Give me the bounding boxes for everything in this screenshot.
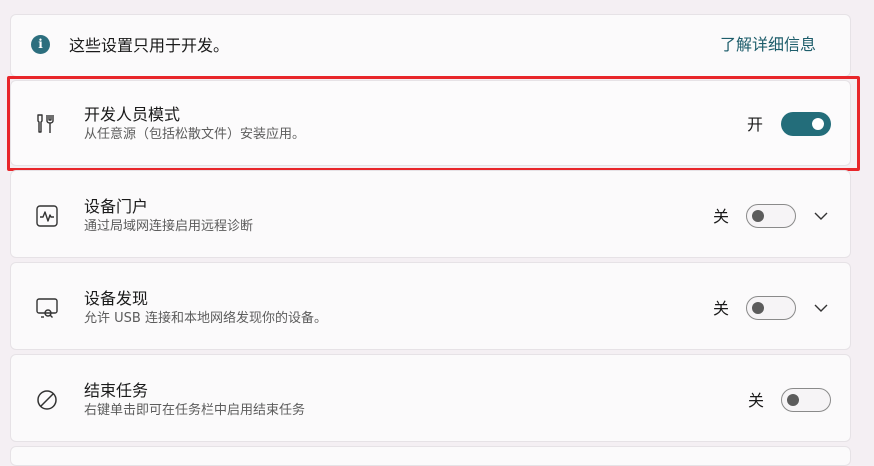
- end-task-toggle[interactable]: [781, 388, 831, 412]
- device-discovery-icon: [36, 298, 58, 318]
- setting-subtitle: 通过局域网连接启用远程诊断: [84, 219, 254, 234]
- state-label: 关: [713, 207, 730, 226]
- setting-subtitle: 从任意源（包括松散文件）安装应用。: [84, 127, 306, 142]
- developer-tools-icon: [37, 114, 54, 133]
- setting-next-partial: [10, 446, 851, 466]
- setting-developer-mode: 开发人员模式 从任意源（包括松散文件）安装应用。 开: [10, 80, 851, 166]
- info-icon: i: [31, 35, 50, 54]
- setting-title: 设备门户: [84, 197, 149, 216]
- setting-subtitle: 允许 USB 连接和本地网络发现你的设备。: [84, 311, 327, 326]
- chevron-down-icon[interactable]: [812, 299, 830, 317]
- toggle-knob: [787, 394, 799, 406]
- setting-subtitle: 右键单击即可在任务栏中启用结束任务: [84, 403, 306, 418]
- toggle-knob: [752, 302, 764, 314]
- setting-title: 开发人员模式: [84, 105, 181, 124]
- toggle-knob: [752, 210, 764, 222]
- setting-end-task: 结束任务 右键单击即可在任务栏中启用结束任务 关: [10, 354, 851, 442]
- end-task-icon: [37, 390, 57, 410]
- setting-title: 设备发现: [84, 289, 149, 308]
- device-portal-toggle[interactable]: [746, 204, 796, 228]
- info-banner: i 这些设置只用于开发。 了解详细信息: [10, 14, 851, 77]
- state-label: 关: [713, 299, 730, 318]
- setting-device-discovery[interactable]: 设备发现 允许 USB 连接和本地网络发现你的设备。 关: [10, 262, 851, 350]
- chevron-down-icon[interactable]: [812, 207, 830, 225]
- setting-title: 结束任务: [84, 381, 149, 400]
- state-label: 关: [748, 391, 765, 410]
- info-text: 这些设置只用于开发。: [69, 36, 230, 55]
- state-label: 开: [747, 115, 764, 134]
- toggle-knob: [812, 118, 824, 130]
- setting-device-portal[interactable]: 设备门户 通过局域网连接启用远程诊断 关: [10, 170, 851, 258]
- learn-more-link[interactable]: 了解详细信息: [720, 34, 816, 56]
- device-portal-icon: [36, 205, 58, 227]
- developer-mode-toggle[interactable]: [781, 112, 831, 136]
- device-discovery-toggle[interactable]: [746, 296, 796, 320]
